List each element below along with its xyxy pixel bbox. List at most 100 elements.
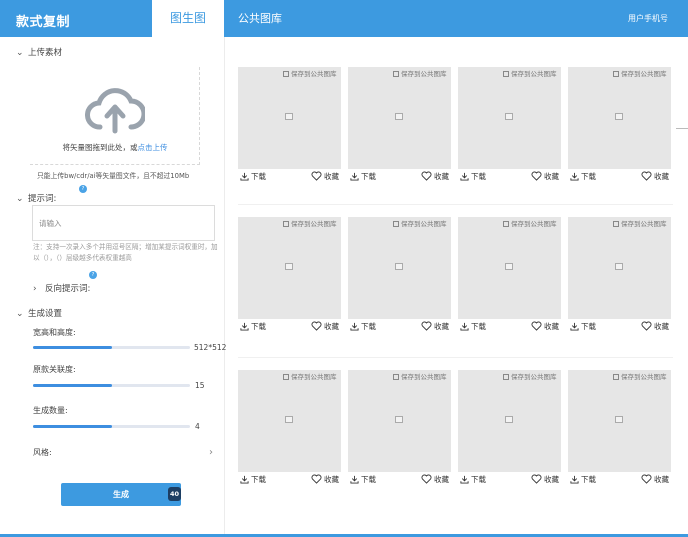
favorite-button[interactable]: 收藏 [641,171,669,182]
download-button[interactable]: 下载 [570,171,596,182]
download-label: 下载 [471,322,486,331]
favorite-button[interactable]: 收藏 [531,474,559,485]
upload-link[interactable]: 点击上传 [138,143,168,152]
generate-button[interactable]: 生成 40 [61,483,181,506]
save-to-gallery-button[interactable]: 保存到公共图库 [613,68,667,78]
image-placeholder-icon [615,416,623,423]
save-to-gallery-label: 保存到公共图库 [511,373,557,381]
image-placeholder-icon [615,113,623,120]
negative-prompt-header[interactable]: › 反向提示词: [33,282,90,294]
cloud-upload-icon [85,88,145,134]
save-to-gallery-button[interactable]: 保存到公共图库 [283,371,337,381]
relevance-value: 15 [195,381,205,390]
image-placeholder-icon [395,416,403,423]
download-icon [460,172,471,181]
style-label: 风格: [33,448,52,457]
result-thumbnail[interactable]: 保存到公共图库 [348,67,451,169]
prompt-section-header[interactable]: ⌄ 提示词: [16,192,56,204]
count-slider[interactable] [33,425,190,428]
save-to-gallery-button[interactable]: 保存到公共图库 [393,68,447,78]
save-to-gallery-button[interactable]: 保存到公共图库 [283,218,337,228]
download-button[interactable]: 下载 [350,321,376,332]
favorite-button[interactable]: 收藏 [531,321,559,332]
download-button[interactable]: 下载 [240,321,266,332]
upload-instructions: 将矢量图拖到此处，或点击上传 [30,142,200,153]
size-slider[interactable] [33,346,190,349]
save-to-gallery-button[interactable]: 保存到公共图库 [503,371,557,381]
download-button[interactable]: 下载 [460,321,486,332]
download-button[interactable]: 下载 [570,321,596,332]
upload-section-header[interactable]: ⌄ 上传素材 [16,46,62,58]
save-to-gallery-label: 保存到公共图库 [291,70,337,78]
download-button[interactable]: 下载 [460,171,486,182]
tab-image-to-image[interactable]: 图生图 [152,0,224,37]
tab-public-gallery[interactable]: 公共图库 [238,0,282,37]
result-thumbnail[interactable]: 保存到公共图库 [458,370,561,472]
download-button[interactable]: 下载 [350,474,376,485]
download-label: 下载 [361,172,376,181]
negative-prompt-help-badge[interactable]: ? [89,271,97,279]
download-button[interactable]: 下载 [460,474,486,485]
download-button[interactable]: 下载 [350,171,376,182]
save-icon [613,374,619,380]
save-to-gallery-button[interactable]: 保存到公共图库 [393,371,447,381]
image-placeholder-icon [505,113,513,120]
result-thumbnail[interactable]: 保存到公共图库 [568,217,671,319]
result-thumbnail[interactable]: 保存到公共图库 [458,67,561,169]
relevance-slider[interactable] [33,384,190,387]
upload-drop-text: 将矢量图拖到此处，或 [62,143,138,152]
save-icon [393,221,399,227]
download-label: 下载 [581,322,596,331]
favorite-button[interactable]: 收藏 [421,321,449,332]
heart-icon [641,474,654,484]
download-button[interactable]: 下载 [570,474,596,485]
favorite-button[interactable]: 收藏 [531,171,559,182]
heart-icon [531,171,544,181]
result-thumbnail[interactable]: 保存到公共图库 [238,67,341,169]
result-thumbnail[interactable]: 保存到公共图库 [568,370,671,472]
size-label: 宽高和高度: [33,328,76,337]
prompt-input[interactable] [33,206,214,240]
generate-label: 生成 [113,490,129,499]
save-to-gallery-button[interactable]: 保存到公共图库 [503,68,557,78]
image-placeholder-icon [285,113,293,120]
save-to-gallery-label: 保存到公共图库 [401,220,447,228]
count-value: 4 [195,422,200,431]
image-placeholder-icon [395,113,403,120]
result-thumbnail[interactable]: 保存到公共图库 [348,370,451,472]
result-thumbnail[interactable]: 保存到公共图库 [238,217,341,319]
favorite-button[interactable]: 收藏 [641,474,669,485]
save-to-gallery-button[interactable]: 保存到公共图库 [613,218,667,228]
favorite-button[interactable]: 收藏 [311,321,339,332]
favorite-button[interactable]: 收藏 [311,474,339,485]
size-value: 512*512 [194,343,227,352]
save-to-gallery-button[interactable]: 保存到公共图库 [393,218,447,228]
count-slider-fill [33,425,112,428]
style-selector[interactable]: 风格: › [33,447,213,461]
save-to-gallery-button[interactable]: 保存到公共图库 [503,218,557,228]
prompt-help-badge[interactable]: ? [79,185,87,193]
result-thumbnail[interactable]: 保存到公共图库 [568,67,671,169]
favorite-button[interactable]: 收藏 [311,171,339,182]
save-to-gallery-button[interactable]: 保存到公共图库 [613,371,667,381]
favorite-button[interactable]: 收藏 [641,321,669,332]
result-thumbnail[interactable]: 保存到公共图库 [348,217,451,319]
result-grid: 保存到公共图库 下载 收藏 保存到公共图库 下载 收藏 保存到公共图库 下载 收藏 保存到公共图库… [226,37,688,534]
favorite-label: 收藏 [544,172,559,181]
prompt-input-box[interactable] [32,205,215,241]
download-button[interactable]: 下载 [240,171,266,182]
user-phone[interactable]: 用户手机号 [628,0,668,37]
image-placeholder-icon [505,416,513,423]
settings-section-header[interactable]: ⌄ 生成设置 [16,307,62,319]
favorite-button[interactable]: 收藏 [421,171,449,182]
result-thumbnail[interactable]: 保存到公共图库 [458,217,561,319]
result-card: 保存到公共图库下载 收藏 [238,67,341,187]
result-thumbnail[interactable]: 保存到公共图库 [238,370,341,472]
scrollbar-thumb[interactable] [676,128,688,129]
heart-icon [311,171,324,181]
download-button[interactable]: 下载 [240,474,266,485]
save-to-gallery-label: 保存到公共图库 [621,70,667,78]
save-to-gallery-button[interactable]: 保存到公共图库 [283,68,337,78]
download-label: 下载 [471,475,486,484]
favorite-button[interactable]: 收藏 [421,474,449,485]
